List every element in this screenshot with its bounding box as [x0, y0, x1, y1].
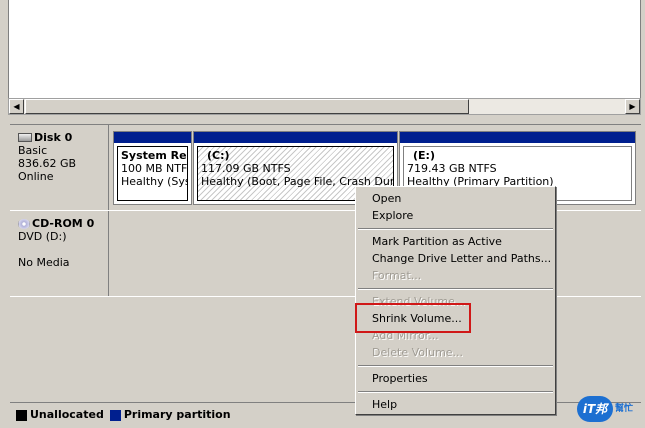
menu-item-shrink-volume[interactable]: Shrink Volume...	[356, 310, 555, 327]
partition-system-reserved[interactable]: System Res 100 MB NTFS Healthy (Syst	[113, 131, 192, 205]
menu-separator	[356, 361, 555, 370]
partition-status: Healthy (Syst	[121, 175, 188, 188]
partition-bar	[400, 132, 635, 143]
cdrom-0-label[interactable]: CD-ROM 0 DVD (D:) No Media	[10, 211, 109, 296]
menu-item-open[interactable]: Open	[356, 190, 555, 207]
partition-name: (E:)	[413, 149, 435, 162]
horizontal-scrollbar[interactable]: ◀ ▶	[8, 98, 641, 115]
cd-rom-icon	[18, 218, 30, 229]
cdrom-0-name: CD-ROM 0	[32, 217, 95, 230]
partition-bar	[194, 132, 397, 143]
menu-item-delete-volume: Delete Volume...	[372, 346, 464, 359]
unallocated-swatch	[16, 409, 27, 421]
disk-0-type: Basic	[18, 144, 48, 157]
menu-item-mark-active[interactable]: Mark Partition as Active	[356, 233, 555, 250]
disk-0-status: Online	[18, 170, 54, 183]
ithome-watermark-logo: iT邦 幫忙	[577, 394, 641, 424]
volume-list-pane	[8, 0, 641, 98]
menu-item-add-mirror: Add Mirror...	[372, 329, 439, 342]
hard-disk-icon	[18, 133, 32, 142]
scroll-left-button[interactable]: ◀	[9, 99, 24, 114]
disk-0-name: Disk 0	[34, 131, 73, 144]
menu-separator	[356, 224, 555, 233]
menu-separator	[356, 387, 555, 396]
scroll-right-button[interactable]: ▶	[625, 99, 640, 114]
disk-0-size: 836.62 GB	[18, 157, 77, 170]
partition-name: (C:)	[207, 149, 230, 162]
legend-unallocated-label: Unallocated	[30, 408, 104, 421]
legend-unallocated: Unallocated	[16, 408, 104, 421]
menu-item-format: Format...	[372, 269, 422, 282]
partition-size: 117.09 GB NTFS	[201, 162, 291, 175]
menu-separator	[356, 284, 555, 293]
cdrom-0-type: DVD (D:)	[18, 230, 67, 243]
menu-item-change-drive-letter[interactable]: Change Drive Letter and Paths...	[356, 250, 555, 267]
primary-swatch	[109, 409, 121, 421]
menu-item-explore[interactable]: Explore	[356, 207, 555, 224]
watermark-text: 幫忙	[615, 404, 634, 414]
partition-bar	[114, 132, 191, 143]
scroll-thumb[interactable]	[25, 99, 469, 114]
partition-name: System Res	[121, 149, 188, 162]
menu-item-help[interactable]: Help	[356, 396, 555, 413]
watermark-badge: iT邦	[577, 396, 613, 422]
context-menu: Open Explore Mark Partition as Active Ch…	[355, 186, 556, 415]
disk-0-label[interactable]: Disk 0 Basic 836.62 GB Online	[10, 125, 109, 210]
legend-primary-label: Primary partition	[123, 408, 231, 421]
menu-item-extend-volume: Extend Volume...	[372, 295, 466, 308]
menu-item-properties[interactable]: Properties	[356, 370, 555, 387]
partition-size: 719.43 GB NTFS	[407, 162, 497, 175]
cdrom-0-status: No Media	[18, 256, 70, 269]
partition-size: 100 MB NTFS	[121, 162, 188, 175]
legend-primary: Primary partition	[109, 408, 231, 421]
